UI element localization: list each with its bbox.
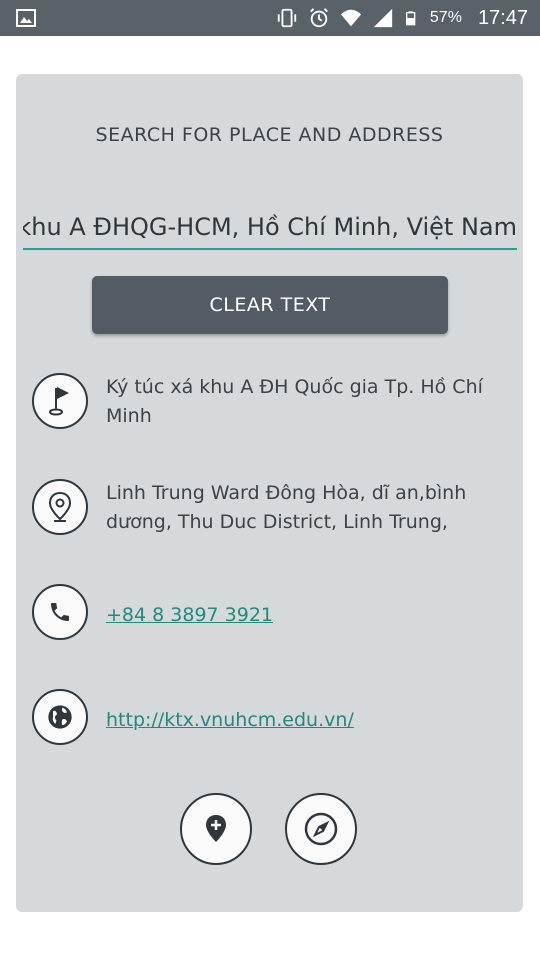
clock-time: 17:47 <box>477 6 528 29</box>
address-row: Linh Trung Ward Đông Hòa, dĩ an,bình dươ… <box>32 477 512 539</box>
add-location-icon <box>206 815 226 842</box>
vibrate-icon <box>277 8 297 28</box>
alarm-icon <box>310 8 328 28</box>
add-place-button[interactable] <box>180 793 252 865</box>
location-pin-icon <box>48 491 72 522</box>
clear-text-button[interactable]: CLEAR TEXT <box>92 276 448 334</box>
search-input[interactable] <box>23 210 517 244</box>
location-icon-button <box>32 479 88 535</box>
navigate-button[interactable] <box>285 793 357 865</box>
phone-icon <box>51 603 69 621</box>
cell-signal-icon <box>373 8 393 28</box>
globe-icon-button[interactable] <box>32 689 88 745</box>
place-card: SEARCH FOR PLACE AND ADDRESS CLEAR TEXT … <box>16 74 523 912</box>
golf-flag-icon <box>49 387 69 416</box>
address-text: Linh Trung Ward Đông Hòa, dĩ an,bình dươ… <box>106 482 467 533</box>
place-name: Ký túc xá khu A ĐH Quốc gia Tp. Hồ Chí M… <box>106 376 483 427</box>
website-link[interactable]: http://ktx.vnuhcm.edu.vn/ <box>106 709 354 731</box>
battery-percent: 57% <box>429 9 462 26</box>
compass-icon <box>304 812 338 846</box>
status-bar: 57% 17:47 <box>0 0 540 36</box>
page-title: SEARCH FOR PLACE AND ADDRESS <box>95 124 444 146</box>
battery-icon <box>405 11 416 26</box>
globe-icon <box>48 705 72 729</box>
phone-row: +84 8 3897 3921 <box>32 582 512 644</box>
phone-link[interactable]: +84 8 3897 3921 <box>106 604 273 626</box>
flag-icon-button <box>32 373 88 429</box>
place-name-row: Ký túc xá khu A ĐH Quốc gia Tp. Hồ Chí M… <box>32 371 512 433</box>
wifi-icon <box>340 9 361 27</box>
image-icon <box>16 9 36 27</box>
website-row: http://ktx.vnuhcm.edu.vn/ <box>32 687 512 749</box>
search-field[interactable] <box>23 204 517 250</box>
phone-icon-button[interactable] <box>32 584 88 640</box>
